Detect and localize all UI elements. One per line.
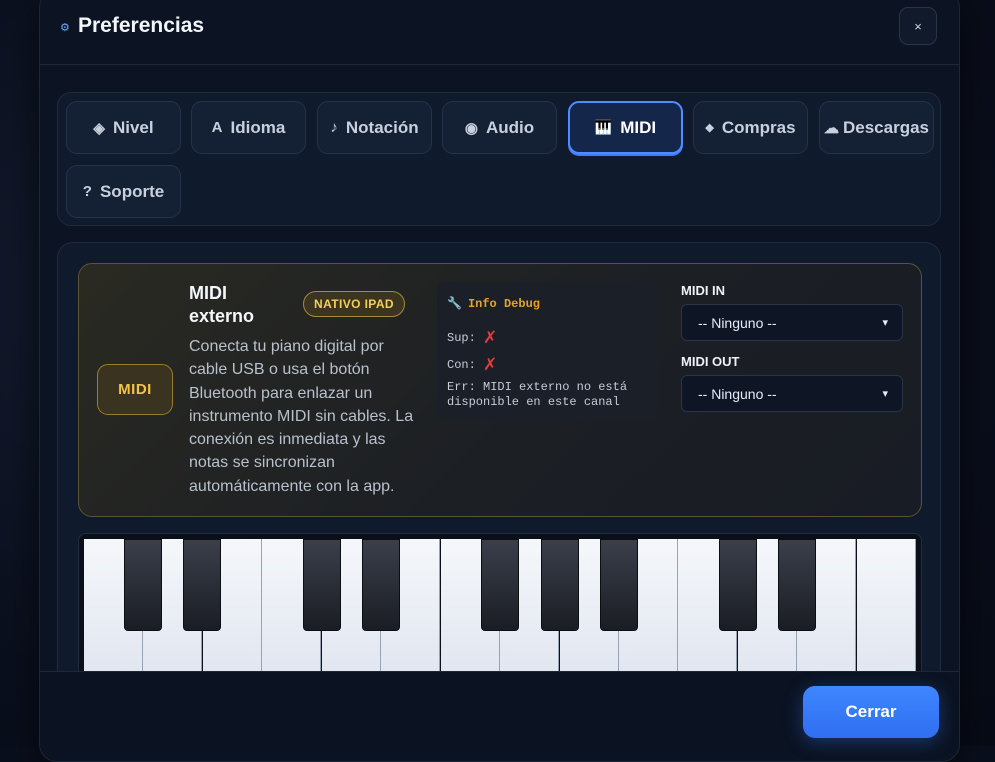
chevron-down-icon: ▾ bbox=[882, 317, 888, 329]
debug-sup-row: Sup: ✗ bbox=[447, 328, 497, 348]
tab-label: Compras bbox=[721, 117, 796, 137]
tab-compras[interactable]: ◆ Compras bbox=[693, 101, 808, 154]
piano-icon: 🎹 bbox=[594, 119, 613, 135]
card-title: MIDI externo bbox=[189, 283, 255, 326]
tab-soporte[interactable]: ? Soporte bbox=[66, 165, 181, 218]
preferences-modal: ⚙ Preferencias × ◈ Nivel A Idioma ♪ Nota… bbox=[39, 0, 960, 762]
tab-notacion[interactable]: ♪ Notación bbox=[317, 101, 432, 154]
tab-label: Idioma bbox=[230, 117, 286, 137]
midi-in-value: -- Ninguno -- bbox=[698, 314, 777, 331]
debug-title-text: Info Debug bbox=[467, 297, 540, 311]
tabs-bar: ◈ Nivel A Idioma ♪ Notación ◉ Audio 🎹 MI… bbox=[57, 92, 941, 226]
piano-black-key[interactable] bbox=[719, 539, 757, 631]
piano-black-key[interactable] bbox=[481, 539, 519, 631]
diamond-icon: ◈ bbox=[93, 119, 105, 137]
record-icon: ◉ bbox=[464, 119, 478, 137]
debug-error-text: Err: MIDI externo no está disponible en … bbox=[447, 380, 628, 409]
diamond-small-icon: ◆ bbox=[705, 122, 714, 134]
piano-black-key[interactable] bbox=[778, 539, 816, 631]
tab-midi[interactable]: 🎹 MIDI bbox=[568, 101, 683, 154]
chevron-down-icon: ▾ bbox=[882, 388, 888, 400]
tab-audio[interactable]: ◉ Audio bbox=[442, 101, 557, 154]
piano-black-key[interactable] bbox=[183, 539, 221, 631]
modal-title: Preferencias bbox=[78, 14, 205, 37]
midi-in-select[interactable]: -- Ninguno -- ▾ bbox=[681, 304, 903, 341]
tab-nivel[interactable]: ◈ Nivel bbox=[66, 101, 181, 154]
debug-title: 🔧 Info Debug bbox=[447, 296, 540, 311]
tab-label: Notación bbox=[345, 117, 419, 137]
cloud-icon: ☁ bbox=[823, 119, 839, 137]
midi-card: MIDI MIDI externo NATIVO IPAD Conecta tu… bbox=[78, 263, 922, 517]
debug-con-label: Con: bbox=[447, 358, 476, 372]
tab-label: Nivel bbox=[112, 117, 154, 137]
midi-badge: MIDI bbox=[97, 364, 173, 415]
modal-footer: Cerrar bbox=[40, 671, 959, 761]
midi-out-select[interactable]: -- Ninguno -- ▾ bbox=[681, 375, 903, 412]
tab-descargas[interactable]: ☁ Descargas bbox=[819, 101, 934, 154]
card-description: Conecta tu piano digital por cable USB o… bbox=[189, 338, 414, 495]
piano-keyboard[interactable] bbox=[78, 533, 922, 693]
debug-info-box: 🔧 Info Debug Sup: ✗ Con: ✗ Err: MIDI exte… bbox=[437, 282, 657, 420]
piano-black-key[interactable] bbox=[600, 539, 638, 631]
question-icon: ? bbox=[82, 183, 92, 200]
tab-label: MIDI bbox=[620, 117, 657, 137]
midi-out-value: -- Ninguno -- bbox=[698, 385, 777, 402]
language-icon: A bbox=[211, 119, 223, 136]
cross-icon: ✗ bbox=[483, 328, 498, 348]
tab-label: Audio bbox=[485, 117, 535, 137]
debug-con-row: Con: ✗ bbox=[447, 355, 497, 375]
midi-in-label: MIDI IN bbox=[681, 283, 726, 298]
cross-icon: ✗ bbox=[483, 355, 498, 375]
midi-out-label: MIDI OUT bbox=[681, 354, 740, 369]
tab-label: Soporte bbox=[99, 181, 165, 201]
modal-header: ⚙ Preferencias × bbox=[40, 1, 959, 65]
debug-sup-label: Sup: bbox=[447, 331, 476, 345]
close-icon-button[interactable]: × bbox=[899, 7, 937, 45]
piano-black-key[interactable] bbox=[124, 539, 162, 631]
gear-icon: ⚙ bbox=[60, 22, 70, 34]
piano-white-key[interactable] bbox=[857, 539, 916, 692]
close-button[interactable]: Cerrar bbox=[803, 686, 939, 738]
tab-idioma[interactable]: A Idioma bbox=[191, 101, 306, 154]
wrench-icon: 🔧 bbox=[447, 296, 462, 310]
piano-black-key[interactable] bbox=[541, 539, 579, 631]
piano-black-key[interactable] bbox=[362, 539, 400, 631]
music-note-icon: ♪ bbox=[330, 119, 338, 136]
piano-black-key[interactable] bbox=[303, 539, 341, 631]
native-ipad-tag: NATIVO IPAD bbox=[303, 291, 405, 317]
tab-label: Descargas bbox=[842, 117, 929, 137]
